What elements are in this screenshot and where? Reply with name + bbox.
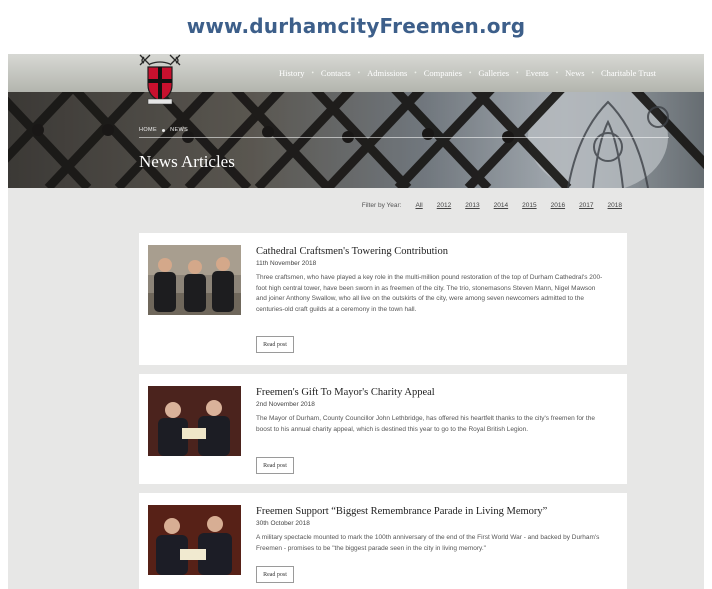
nav-separator: • — [516, 69, 519, 77]
main-menu: History • Contacts • Admissions • Compan… — [279, 54, 656, 92]
nav-admissions[interactable]: Admissions — [367, 68, 407, 78]
nav-separator: • — [468, 69, 472, 77]
article-summary: Three craftsmen, who have played a key r… — [256, 274, 603, 313]
article-summary: A military spectacle mounted to mark the… — [256, 534, 600, 552]
filter-year-2012[interactable]: 2012 — [437, 202, 451, 209]
hero-divider — [139, 137, 669, 138]
filter-year-2018[interactable]: 2018 — [608, 202, 622, 209]
filter-label: Filter by Year: — [361, 202, 402, 209]
hero-banner: HOME NEWS News Articles — [8, 92, 704, 188]
nav-separator: • — [414, 69, 417, 77]
article-summary: The Mayor of Durham, County Councillor J… — [256, 415, 595, 433]
article-title[interactable]: Freemen Support “Biggest Remembrance Par… — [256, 505, 607, 518]
nav-galleries[interactable]: Galleries — [478, 68, 509, 78]
nav-separator: • — [357, 69, 361, 77]
filter-year-2016[interactable]: 2016 — [551, 202, 565, 209]
nav-events[interactable]: Events — [526, 68, 549, 78]
article-title[interactable]: Freemen's Gift To Mayor's Charity Appeal — [256, 386, 607, 399]
read-post-button[interactable]: Read post — [256, 566, 294, 583]
article-photo-craftsmen[interactable] — [148, 245, 241, 315]
site-url-title: www.durhamcityFreemen.org — [186, 14, 526, 38]
nav-contacts[interactable]: Contacts — [321, 68, 351, 78]
article-content: Freemen Support “Biggest Remembrance Par… — [256, 505, 607, 554]
breadcrumb-home[interactable]: HOME — [139, 127, 157, 133]
nav-separator: • — [591, 69, 594, 77]
read-post-button[interactable]: Read post — [256, 336, 294, 353]
nav-news[interactable]: News — [565, 68, 584, 78]
article-date: 30th October 2018 — [256, 520, 310, 527]
year-filter: Filter by Year: All 2012 2013 2014 2015 … — [362, 202, 622, 209]
filter-year-2014[interactable]: 2014 — [494, 202, 508, 209]
article-card: Freemen Support “Biggest Remembrance Par… — [139, 493, 627, 589]
filter-year-all[interactable]: All — [415, 202, 422, 209]
cathedral-window-image — [8, 92, 704, 188]
filter-year-2017[interactable]: 2017 — [579, 202, 593, 209]
freemen-crest-logo[interactable] — [136, 54, 184, 108]
article-card: Freemen's Gift To Mayor's Charity Appeal… — [139, 374, 627, 484]
nav-companies[interactable]: Companies — [424, 68, 462, 78]
nav-charitable-trust[interactable]: Charitable Trust — [601, 68, 656, 78]
nav-history[interactable]: History — [279, 68, 305, 78]
article-date: 11th November 2018 — [256, 260, 317, 267]
website-frame: History • Contacts • Admissions • Compan… — [8, 54, 704, 589]
breadcrumb-news[interactable]: NEWS — [170, 127, 188, 133]
page-title: News Articles — [139, 152, 235, 171]
top-navigation-bar: History • Contacts • Admissions • Compan… — [8, 54, 704, 92]
article-photo-mayor-cheque[interactable] — [148, 386, 241, 456]
nav-separator: • — [311, 69, 314, 77]
article-date: 2nd November 2018 — [256, 401, 315, 408]
filter-year-2015[interactable]: 2015 — [522, 202, 536, 209]
article-title[interactable]: Cathedral Craftsmen's Towering Contribut… — [256, 245, 607, 258]
breadcrumb: HOME NEWS — [139, 127, 188, 133]
filter-year-2013[interactable]: 2013 — [465, 202, 479, 209]
article-content: Freemen's Gift To Mayor's Charity Appeal… — [256, 386, 607, 435]
article-card: Cathedral Craftsmen's Towering Contribut… — [139, 233, 627, 365]
nav-separator: • — [555, 69, 559, 77]
article-content: Cathedral Craftsmen's Towering Contribut… — [256, 245, 607, 315]
article-photo-remembrance-parade[interactable] — [148, 505, 241, 575]
read-post-button[interactable]: Read post — [256, 457, 294, 474]
breadcrumb-dot-icon — [162, 128, 166, 132]
